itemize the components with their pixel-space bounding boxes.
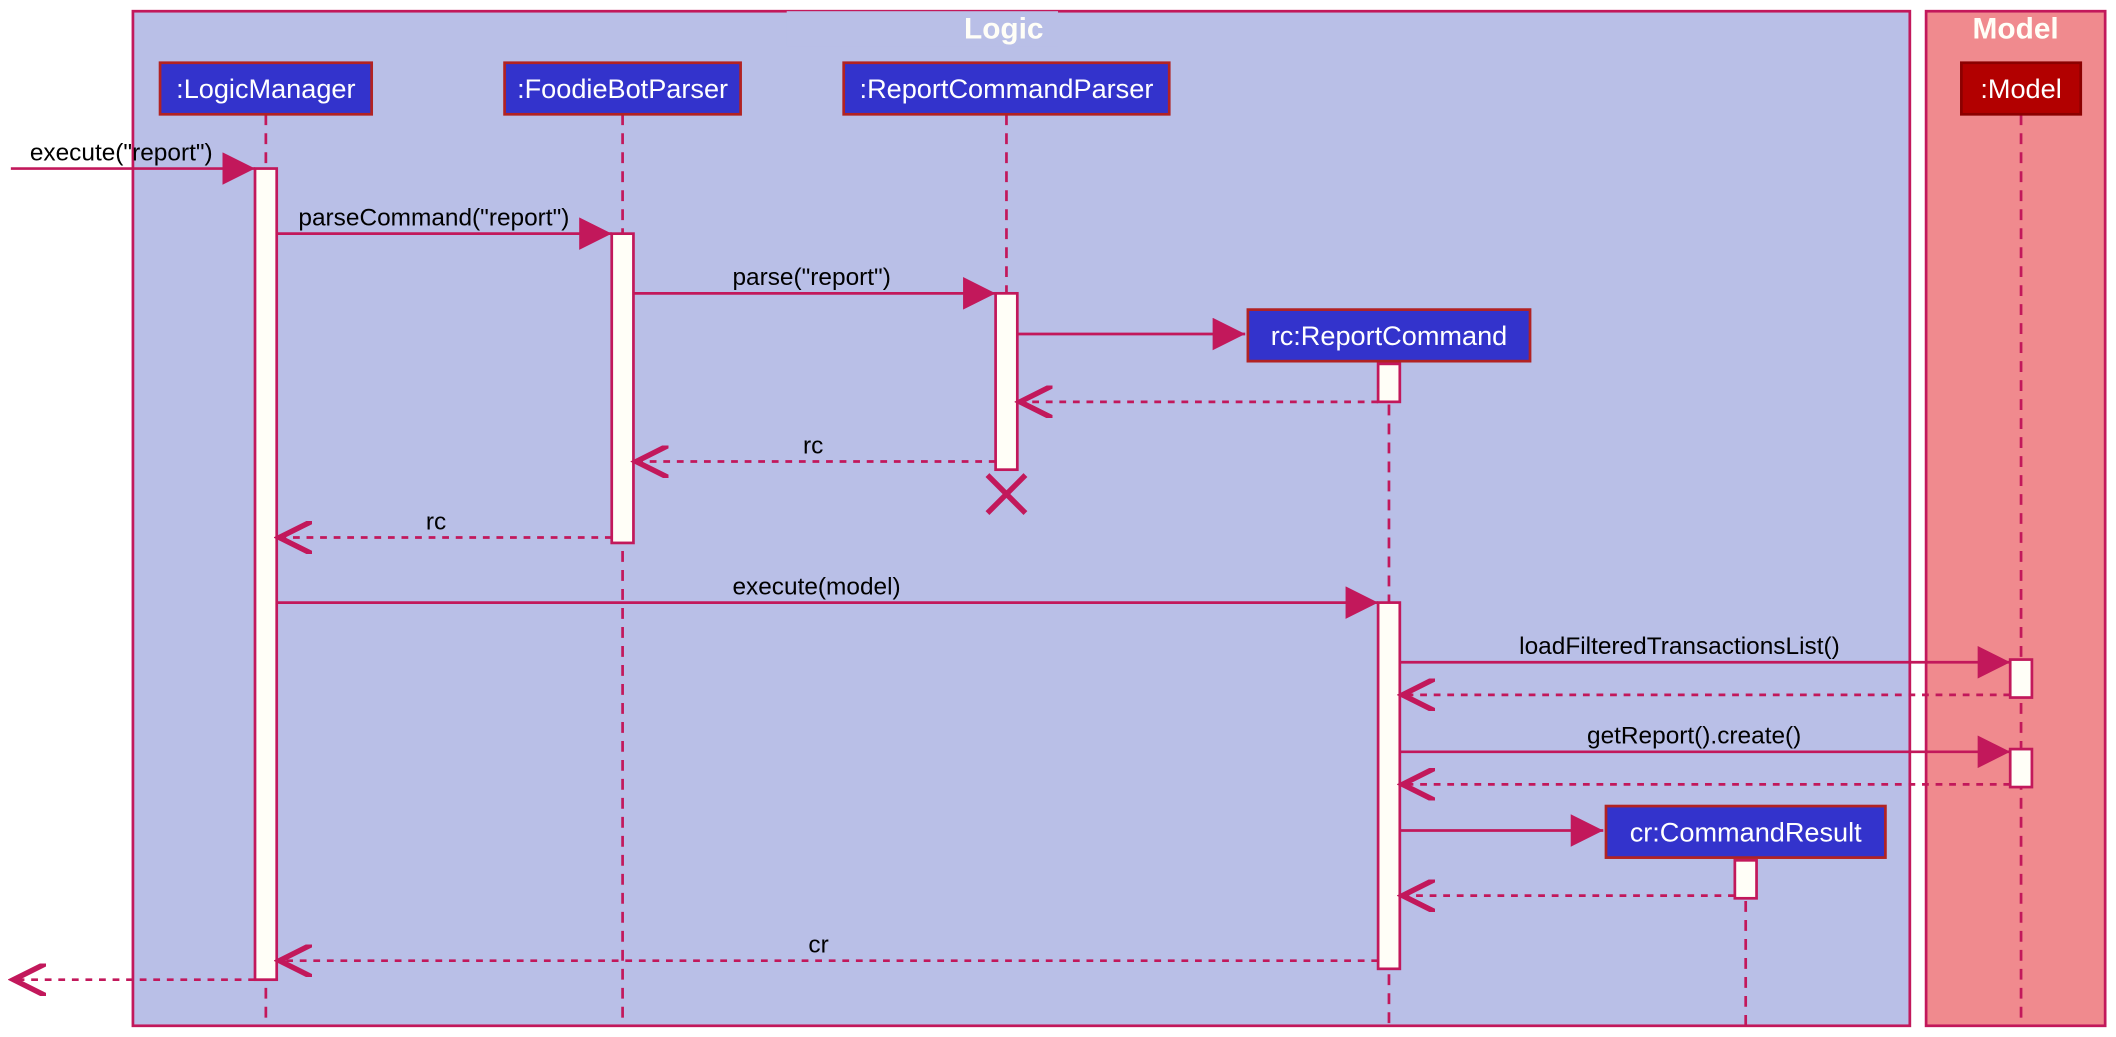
activation-logic-manager [255,169,277,980]
activation-model-2 [2010,749,2032,787]
logic-frame-label: Logic [964,12,1044,45]
svg-text::Model: :Model [1980,73,2061,104]
activation-report-command-1 [1378,364,1400,402]
msg-execute-model: execute(model) [732,573,900,600]
participant-report-command: rc:ReportCommand [1248,310,1530,362]
svg-text:rc:ReportCommand: rc:ReportCommand [1271,320,1508,351]
msg-rc1: rc [803,432,823,459]
msg-get-report: getReport().create() [1587,723,1801,750]
activation-model-1 [2010,660,2032,698]
msg-execute: execute("report") [30,139,213,166]
msg-load-filtered: loadFilteredTransactionsList() [1519,633,1840,660]
activation-report-command-parser [996,293,1018,469]
msg-rc2: rc [426,508,446,535]
participant-foodiebot-parser: :FoodieBotParser [505,63,741,115]
activation-report-command-2 [1378,603,1400,969]
activation-foodiebot-parser [612,234,634,543]
participant-model: :Model [1961,63,2080,115]
svg-text::LogicManager: :LogicManager [176,73,355,104]
model-frame: Model [1926,11,2105,1026]
msg-parse: parse("report") [732,264,890,291]
msg-parse-command: parseCommand("report") [298,205,569,232]
model-frame-label: Model [1973,12,2059,45]
activation-command-result [1735,860,1757,898]
logic-frame: Logic [133,11,1910,1026]
msg-cr: cr [808,932,828,959]
sequence-diagram: Logic Model :LogicManager :FoodieBotPars… [0,0,2116,1037]
participant-command-result: cr:CommandResult [1606,806,1885,858]
svg-text:cr:CommandResult: cr:CommandResult [1630,816,1862,847]
participant-logic-manager: :LogicManager [160,63,372,115]
participant-report-command-parser: :ReportCommandParser [844,63,1170,115]
svg-text::ReportCommandParser: :ReportCommandParser [860,73,1154,104]
svg-text::FoodieBotParser: :FoodieBotParser [517,73,728,104]
